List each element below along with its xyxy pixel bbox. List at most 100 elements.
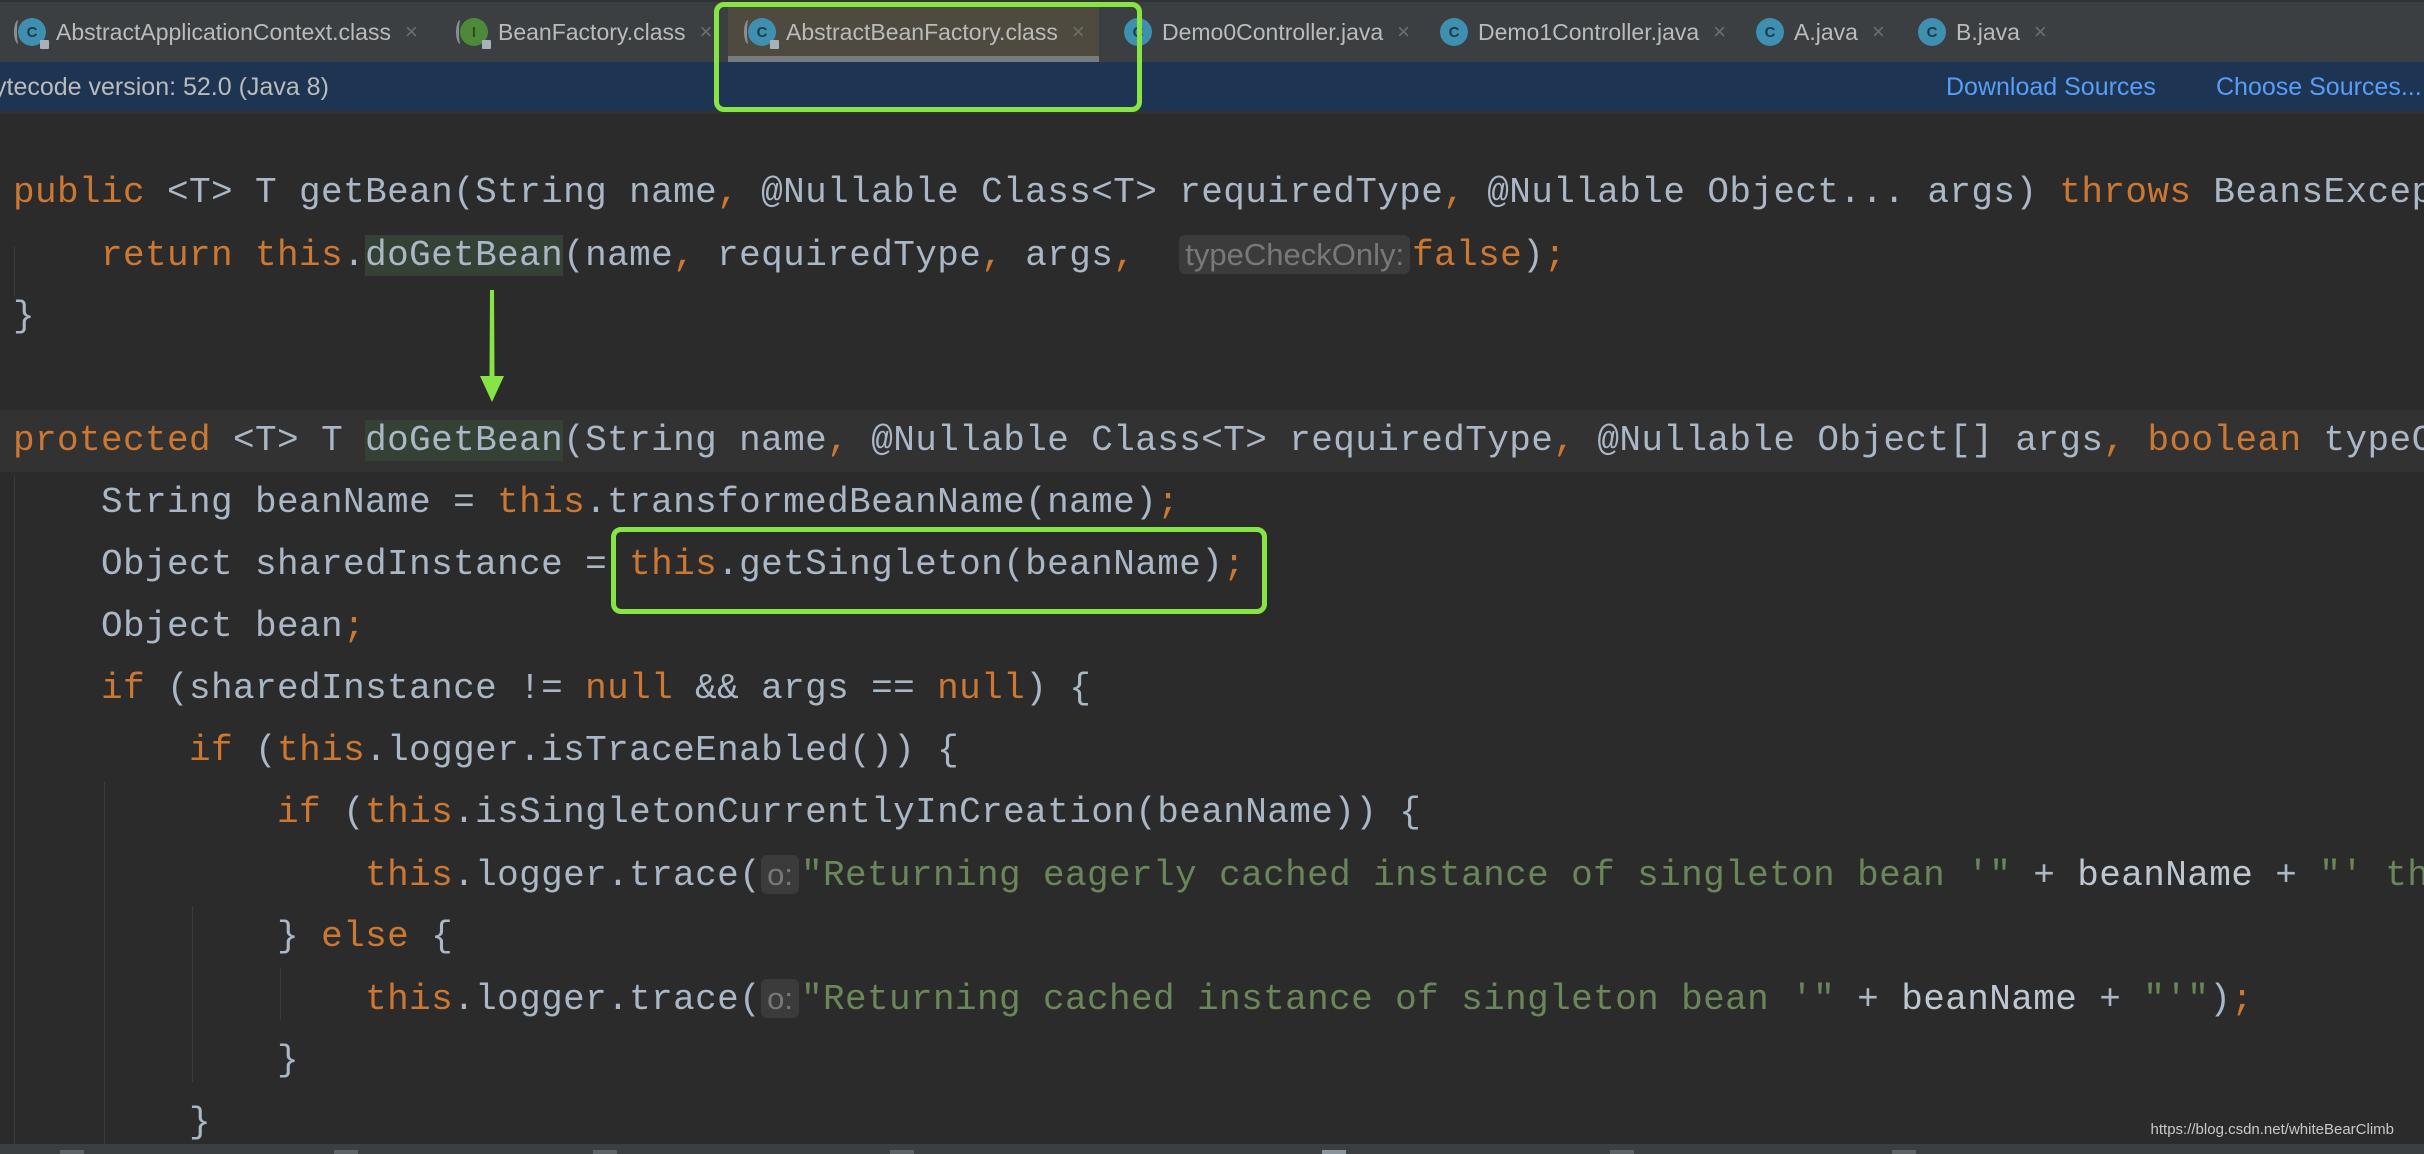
code-line[interactable]: protected <T> T doGetBean(String name, @… [0,410,2424,472]
code-token: public [13,172,146,213]
code-editor[interactable]: public <T> T getBean(String name, @Nulla… [0,116,2424,1144]
tab-b-java[interactable]: C B.java × [1912,2,2053,62]
code-token: "Returning cached instance of singleton … [801,979,1836,1020]
class-icon: C [14,18,49,49]
code-token: + [2077,979,2144,1020]
decompiled-info-bar: ytecode version: 52.0 (Java 8) Download … [0,62,2424,114]
code-token: BeansException { [2213,172,2424,213]
code-token: Object sharedInstance = [13,544,630,585]
code-token: } [13,1102,212,1143]
code-token: && args == [673,668,938,709]
code-token: , [673,235,696,276]
get-singleton-highlight-box [611,527,1267,614]
close-icon[interactable]: × [1872,19,1885,45]
code-line[interactable]: this.logger.trace(o: "Returning eagerly c… [0,844,2424,906]
scroll-marker [334,1150,358,1154]
code-line[interactable]: return this.doGetBean(name, requiredType… [0,224,2424,286]
code-token: + [2253,855,2320,896]
interface-icon: I [456,18,491,49]
code-line[interactable]: } [0,1030,2424,1092]
code-token: if [277,792,322,833]
code-token: , [2103,420,2126,461]
code-token: .logger.isTraceEnabled()) { [365,730,960,771]
code-token: requiredType [695,235,982,276]
tab-beanfactory-class[interactable]: I BeanFactory.class × [454,2,718,62]
code-token: (name [563,235,674,276]
scroll-marker [1610,1150,1634,1154]
code-line[interactable]: this.logger.trace(o: "Returning cached in… [0,968,2424,1030]
download-sources-link[interactable]: Download Sources [1946,73,2156,102]
tab-demo0controller-java[interactable]: C Demo0Controller.java × [1118,2,1416,62]
editor-tab-bar: C AbstractApplicationContext.class × I BeanF… [0,0,2424,62]
code-token: .transformedBeanName(name) [585,482,1158,523]
identifier-highlight: doGetBean [365,235,564,276]
scroll-marker [1892,1150,1916,1154]
code-token: } [13,916,322,957]
code-line[interactable]: } else { [0,906,2424,968]
code-token: args [1003,235,1114,276]
code-token: ) [2209,979,2232,1020]
code-token: ( [233,730,278,771]
bytecode-version-text: ytecode version: 52.0 (Java 8) [0,73,329,101]
code-token: , [717,172,740,213]
code-line[interactable]: } [0,286,2424,348]
watermark: https://blog.csdn.net/whiteBearClimb [2150,1121,2394,1138]
code-token: "Returning eagerly cached instance of si… [801,855,2012,896]
code-token: .logger.trace( [453,979,762,1020]
code-line[interactable]: public <T> T getBean(String name, @Nulla… [0,162,2424,224]
code-token: @Nullable Class<T> requiredType [739,172,1444,213]
code-token: if [189,730,234,771]
close-icon[interactable]: × [1713,19,1726,45]
code-token: ; [1157,482,1180,523]
code-token: this [365,855,454,896]
code-token: } [13,1040,300,1081]
code-token: + [2011,855,2078,896]
tab-demo1controller-java[interactable]: C Demo1Controller.java × [1434,2,1732,62]
class-icon: C [1918,18,1946,46]
code-token: "'" [2143,979,2210,1020]
tab-a-java[interactable]: C A.java × [1750,2,1891,62]
code-token: null [937,668,1026,709]
parameter-hint: o: [761,855,799,894]
code-token: this [277,730,366,771]
choose-sources-link[interactable]: Choose Sources... [2216,73,2422,102]
code-line[interactable]: if (this.isSingletonCurrentlyInCreation(… [0,782,2424,844]
code-token: "' that is not fully initialized yet" [2319,855,2424,896]
class-icon: C [1756,18,1784,46]
tab-label: Demo1Controller.java [1478,18,1700,45]
code-line[interactable]: if (this.logger.isTraceEnabled()) { [0,720,2424,782]
parameter-hint: typeCheckOnly: [1179,235,1411,274]
code-token: String beanName = [13,482,498,523]
code-token: ) { [1025,668,1092,709]
arrow-down-icon [480,290,504,402]
close-icon[interactable]: × [405,19,418,45]
code-token: <T> T getBean(String name [145,172,718,213]
horizontal-scrollbar[interactable] [0,1144,2424,1154]
code-token: , [1443,172,1466,213]
code-token: ) [1522,235,1545,276]
close-icon[interactable]: × [1397,19,1410,45]
code-token: <T> T [211,420,366,461]
tab-abstractapplicationcontext-class[interactable]: C AbstractApplicationContext.class × [12,2,424,62]
scroll-marker [60,1150,84,1154]
code-token: , [827,420,850,461]
code-token: return this [101,235,344,276]
code-token: typeCheckOnly) throws BeansException { [2323,420,2424,461]
class-icon: C [1440,18,1468,46]
close-icon[interactable]: × [2034,19,2047,45]
code-token: ; [2231,979,2254,1020]
code-line[interactable] [0,348,2424,410]
close-icon[interactable]: × [699,19,712,45]
code-line[interactable]: String beanName = this.transformedBeanNa… [0,472,2424,534]
identifier-highlight: doGetBean [365,420,564,461]
code-line[interactable]: if (sharedInstance != null && args == nu… [0,658,2424,720]
code-token: , [1113,235,1136,276]
scroll-marker [890,1150,914,1154]
